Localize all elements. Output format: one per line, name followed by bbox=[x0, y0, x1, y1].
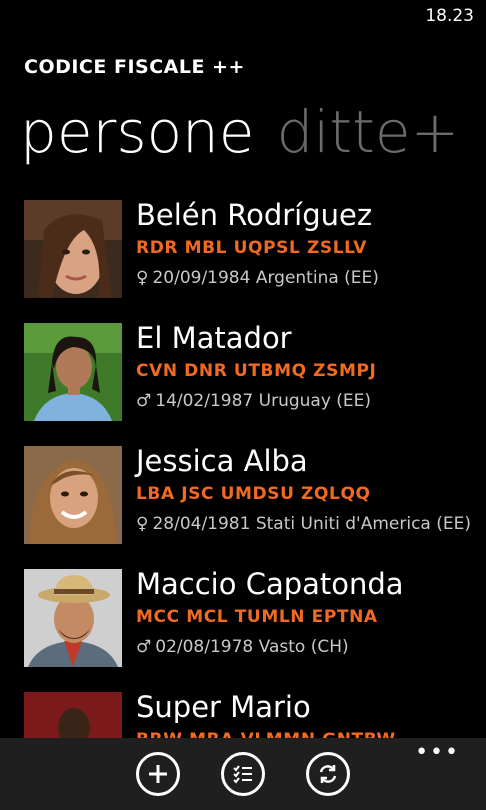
list-item[interactable]: El Matador CVN DNR UTBMQ ZSMPJ ♂ 14/02/19… bbox=[24, 321, 486, 421]
person-info: 14/02/1987 Uruguay (EE) bbox=[155, 391, 372, 411]
person-code: LBA JSC UMDSU ZQLQQ bbox=[136, 484, 371, 504]
person-info: 20/09/1984 Argentina (EE) bbox=[152, 268, 379, 288]
person-info: 02/08/1978 Vasto (CH) bbox=[155, 637, 349, 657]
pivot-header: persone ditte+ bbox=[20, 96, 459, 168]
list-button[interactable] bbox=[221, 752, 265, 796]
pivot-tab-persone[interactable]: persone bbox=[20, 98, 255, 166]
person-meta: ♂ 14/02/1987 Uruguay (EE) bbox=[136, 391, 486, 411]
female-icon: ♀ bbox=[136, 514, 149, 534]
person-name: Jessica Alba bbox=[136, 444, 308, 478]
people-list: Belén Rodríguez RDR MBL UQPSL ZSLLV ♀ 20/… bbox=[24, 200, 486, 738]
person-code: RDR MBL UQPSL ZSLLV bbox=[136, 238, 367, 258]
avatar bbox=[24, 692, 122, 738]
avatar bbox=[24, 200, 122, 298]
person-meta: ♂ 02/08/1978 Vasto (CH) bbox=[136, 637, 486, 657]
person-info: 28/04/1981 Stati Uniti d'America (EE) bbox=[152, 514, 471, 534]
female-icon: ♀ bbox=[136, 268, 149, 288]
pivot-tab-ditte[interactable]: ditte+ bbox=[277, 98, 460, 166]
status-time: 18.23 bbox=[425, 6, 474, 26]
person-meta: ♀ 28/04/1981 Stati Uniti d'America (EE) bbox=[136, 514, 486, 534]
person-name: Maccio Capatonda bbox=[136, 567, 404, 601]
list-item[interactable]: Maccio Capatonda MCC MCL TUMLN EPTNA ♂ 02… bbox=[24, 567, 486, 667]
male-icon: ♂ bbox=[136, 391, 152, 411]
sync-button[interactable] bbox=[306, 752, 350, 796]
add-button[interactable] bbox=[136, 752, 180, 796]
avatar bbox=[24, 446, 122, 544]
person-name: Super Mario bbox=[136, 690, 311, 724]
person-meta: ♀ 20/09/1984 Argentina (EE) bbox=[136, 268, 486, 288]
person-code: CVN DNR UTBMQ ZSMPJ bbox=[136, 361, 377, 381]
list-item[interactable]: Jessica Alba LBA JSC UMDSU ZQLQQ ♀ 28/04/… bbox=[24, 444, 486, 544]
add-icon bbox=[149, 765, 167, 783]
person-code: BRW MRA VLMMN GNTBW bbox=[136, 730, 486, 738]
more-button[interactable]: ••• bbox=[415, 740, 460, 765]
person-code: MCC MCL TUMLN EPTNA bbox=[136, 607, 378, 627]
app-title: CODICE FISCALE ++ bbox=[24, 56, 245, 78]
list-icon bbox=[233, 765, 252, 784]
app-bar: ••• bbox=[0, 738, 486, 810]
person-name: Belén Rodríguez bbox=[136, 200, 373, 232]
sync-icon bbox=[319, 765, 337, 783]
male-icon: ♂ bbox=[136, 637, 152, 657]
list-item[interactable]: Belén Rodríguez RDR MBL UQPSL ZSLLV ♀ 20/… bbox=[24, 200, 486, 298]
person-name: El Matador bbox=[136, 321, 292, 355]
avatar bbox=[24, 323, 122, 421]
list-item[interactable]: Super Mario BRW MRA VLMMN GNTBW bbox=[24, 690, 486, 738]
avatar bbox=[24, 569, 122, 667]
